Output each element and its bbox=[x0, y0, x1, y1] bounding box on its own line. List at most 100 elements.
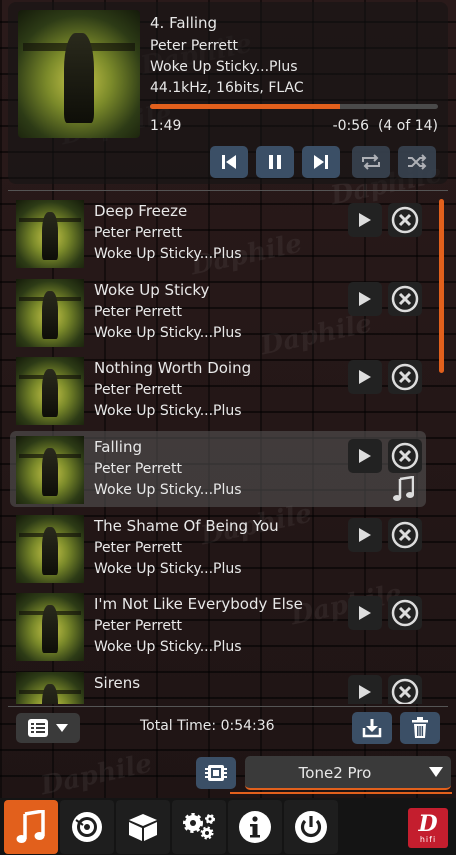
play-track-button[interactable] bbox=[348, 518, 382, 552]
track-album: Woke Up Sticky...Plus bbox=[94, 561, 242, 577]
previous-button[interactable] bbox=[210, 146, 248, 178]
playlist-row[interactable]: The Shame Of Being You Peter Perrett Woke … bbox=[10, 510, 426, 586]
play-track-button[interactable] bbox=[348, 282, 382, 316]
track-cover bbox=[16, 357, 84, 425]
playlist-row[interactable]: Falling Peter Perrett Woke Up Sticky...Plu… bbox=[10, 431, 426, 507]
remove-track-button[interactable] bbox=[388, 439, 422, 473]
close-circle-icon bbox=[391, 442, 419, 470]
skip-previous-icon bbox=[222, 155, 236, 169]
close-circle-icon bbox=[391, 599, 419, 627]
track-cover bbox=[16, 436, 84, 504]
device-underline bbox=[230, 792, 452, 794]
logo-letter: D bbox=[418, 810, 438, 837]
pause-button[interactable] bbox=[256, 146, 294, 178]
device-name: Tone2 Pro bbox=[298, 764, 372, 782]
play-icon bbox=[359, 606, 371, 620]
chevron-down-icon bbox=[429, 767, 443, 777]
nav-info[interactable] bbox=[228, 800, 282, 854]
play-track-button[interactable] bbox=[348, 439, 382, 473]
track-artist: Peter Perrett bbox=[94, 304, 182, 320]
album-cover[interactable] bbox=[18, 10, 140, 138]
repeat-icon bbox=[362, 154, 380, 170]
next-button[interactable] bbox=[302, 146, 340, 178]
save-playlist-button[interactable] bbox=[352, 712, 392, 744]
remove-track-button[interactable] bbox=[388, 675, 422, 704]
now-playing-note-icon bbox=[393, 476, 414, 501]
remove-track-button[interactable] bbox=[388, 360, 422, 394]
remove-track-button[interactable] bbox=[388, 596, 422, 630]
bottom-nav: D hifi bbox=[0, 798, 456, 855]
playlist[interactable]: Deep Freeze Peter Perrett Woke Up Sticky..… bbox=[8, 190, 448, 704]
cover-figure bbox=[41, 605, 59, 653]
remaining-time: -0:56 (4 of 14) bbox=[332, 118, 438, 134]
progress-fill bbox=[150, 104, 341, 109]
playlist-row[interactable]: Nothing Worth Doing Peter Perrett Woke Up … bbox=[10, 352, 426, 428]
nav-music[interactable] bbox=[4, 800, 58, 854]
track-cover bbox=[16, 515, 84, 583]
remove-track-button[interactable] bbox=[388, 282, 422, 316]
close-circle-icon bbox=[391, 521, 419, 549]
cover-figure bbox=[41, 291, 59, 339]
play-track-button[interactable] bbox=[348, 675, 382, 704]
info-icon bbox=[239, 811, 271, 843]
shuffle-button[interactable] bbox=[398, 146, 436, 178]
playlist-row[interactable]: Sirens bbox=[10, 667, 426, 704]
track-artist: Peter Perrett bbox=[94, 618, 182, 634]
nav-library[interactable] bbox=[60, 800, 114, 854]
track-artist: Peter Perrett bbox=[94, 461, 182, 477]
remove-track-button[interactable] bbox=[388, 203, 422, 237]
playlist-scrollbar[interactable] bbox=[439, 199, 444, 373]
box-icon bbox=[129, 814, 157, 841]
playlist-row[interactable]: I'm Not Like Everybody Else Peter Perrett… bbox=[10, 588, 426, 664]
nav-storage[interactable] bbox=[116, 800, 170, 854]
play-icon bbox=[359, 685, 371, 699]
now-playing-artist[interactable]: Peter Perrett bbox=[150, 38, 238, 54]
audio-device-button[interactable] bbox=[196, 757, 236, 789]
shuffle-icon bbox=[408, 154, 427, 170]
watermark: Daphile bbox=[38, 748, 155, 802]
play-icon bbox=[359, 528, 371, 542]
track-album: Woke Up Sticky...Plus bbox=[94, 639, 242, 655]
playlist-menu-button[interactable] bbox=[16, 713, 80, 743]
track-album: Woke Up Sticky...Plus bbox=[94, 246, 242, 262]
now-playing-title: 4. Falling bbox=[150, 14, 218, 32]
pause-icon bbox=[269, 155, 281, 169]
cover-figure bbox=[41, 527, 59, 575]
track-title: Falling bbox=[94, 438, 142, 456]
track-title: Sirens bbox=[94, 674, 141, 692]
close-circle-icon bbox=[391, 363, 419, 391]
music-icon bbox=[16, 810, 45, 843]
repeat-button[interactable] bbox=[352, 146, 390, 178]
track-artist: Peter Perrett bbox=[94, 225, 182, 241]
nav-settings[interactable] bbox=[172, 800, 226, 854]
clear-playlist-button[interactable] bbox=[400, 712, 440, 744]
elapsed-time: 1:49 bbox=[150, 118, 182, 134]
progress-bar[interactable] bbox=[150, 104, 438, 109]
remove-track-button[interactable] bbox=[388, 518, 422, 552]
track-title: Woke Up Sticky bbox=[94, 281, 210, 299]
track-album: Woke Up Sticky...Plus bbox=[94, 482, 242, 498]
play-track-button[interactable] bbox=[348, 203, 382, 237]
track-title: Nothing Worth Doing bbox=[94, 359, 252, 377]
playlist-toolbar: Total Time: 0:54:36 bbox=[8, 706, 448, 748]
chevron-down-icon bbox=[56, 724, 68, 732]
track-album: Woke Up Sticky...Plus bbox=[94, 325, 242, 341]
playlist-row[interactable]: Deep Freeze Peter Perrett Woke Up Sticky..… bbox=[10, 195, 426, 271]
track-title: I'm Not Like Everybody Else bbox=[94, 595, 303, 613]
now-playing-album[interactable]: Woke Up Sticky...Plus bbox=[150, 59, 298, 75]
device-select[interactable]: Tone2 Pro bbox=[245, 756, 451, 790]
skip-next-icon bbox=[314, 155, 328, 169]
nav-power[interactable] bbox=[284, 800, 338, 854]
track-album: Woke Up Sticky...Plus bbox=[94, 403, 242, 419]
play-track-button[interactable] bbox=[348, 596, 382, 630]
daphile-logo[interactable]: D hifi bbox=[408, 808, 448, 848]
audio-format: 44.1kHz, 16bits, FLAC bbox=[150, 80, 304, 96]
play-icon bbox=[359, 292, 371, 306]
play-icon bbox=[359, 449, 371, 463]
playlist-row[interactable]: Woke Up Sticky Peter Perrett Woke Up Stick… bbox=[10, 274, 426, 350]
play-track-button[interactable] bbox=[348, 360, 382, 394]
disc-icon bbox=[72, 812, 102, 842]
cover-figure bbox=[41, 448, 59, 496]
cover-figure bbox=[41, 684, 59, 704]
total-time: Total Time: 0:54:36 bbox=[140, 718, 275, 734]
